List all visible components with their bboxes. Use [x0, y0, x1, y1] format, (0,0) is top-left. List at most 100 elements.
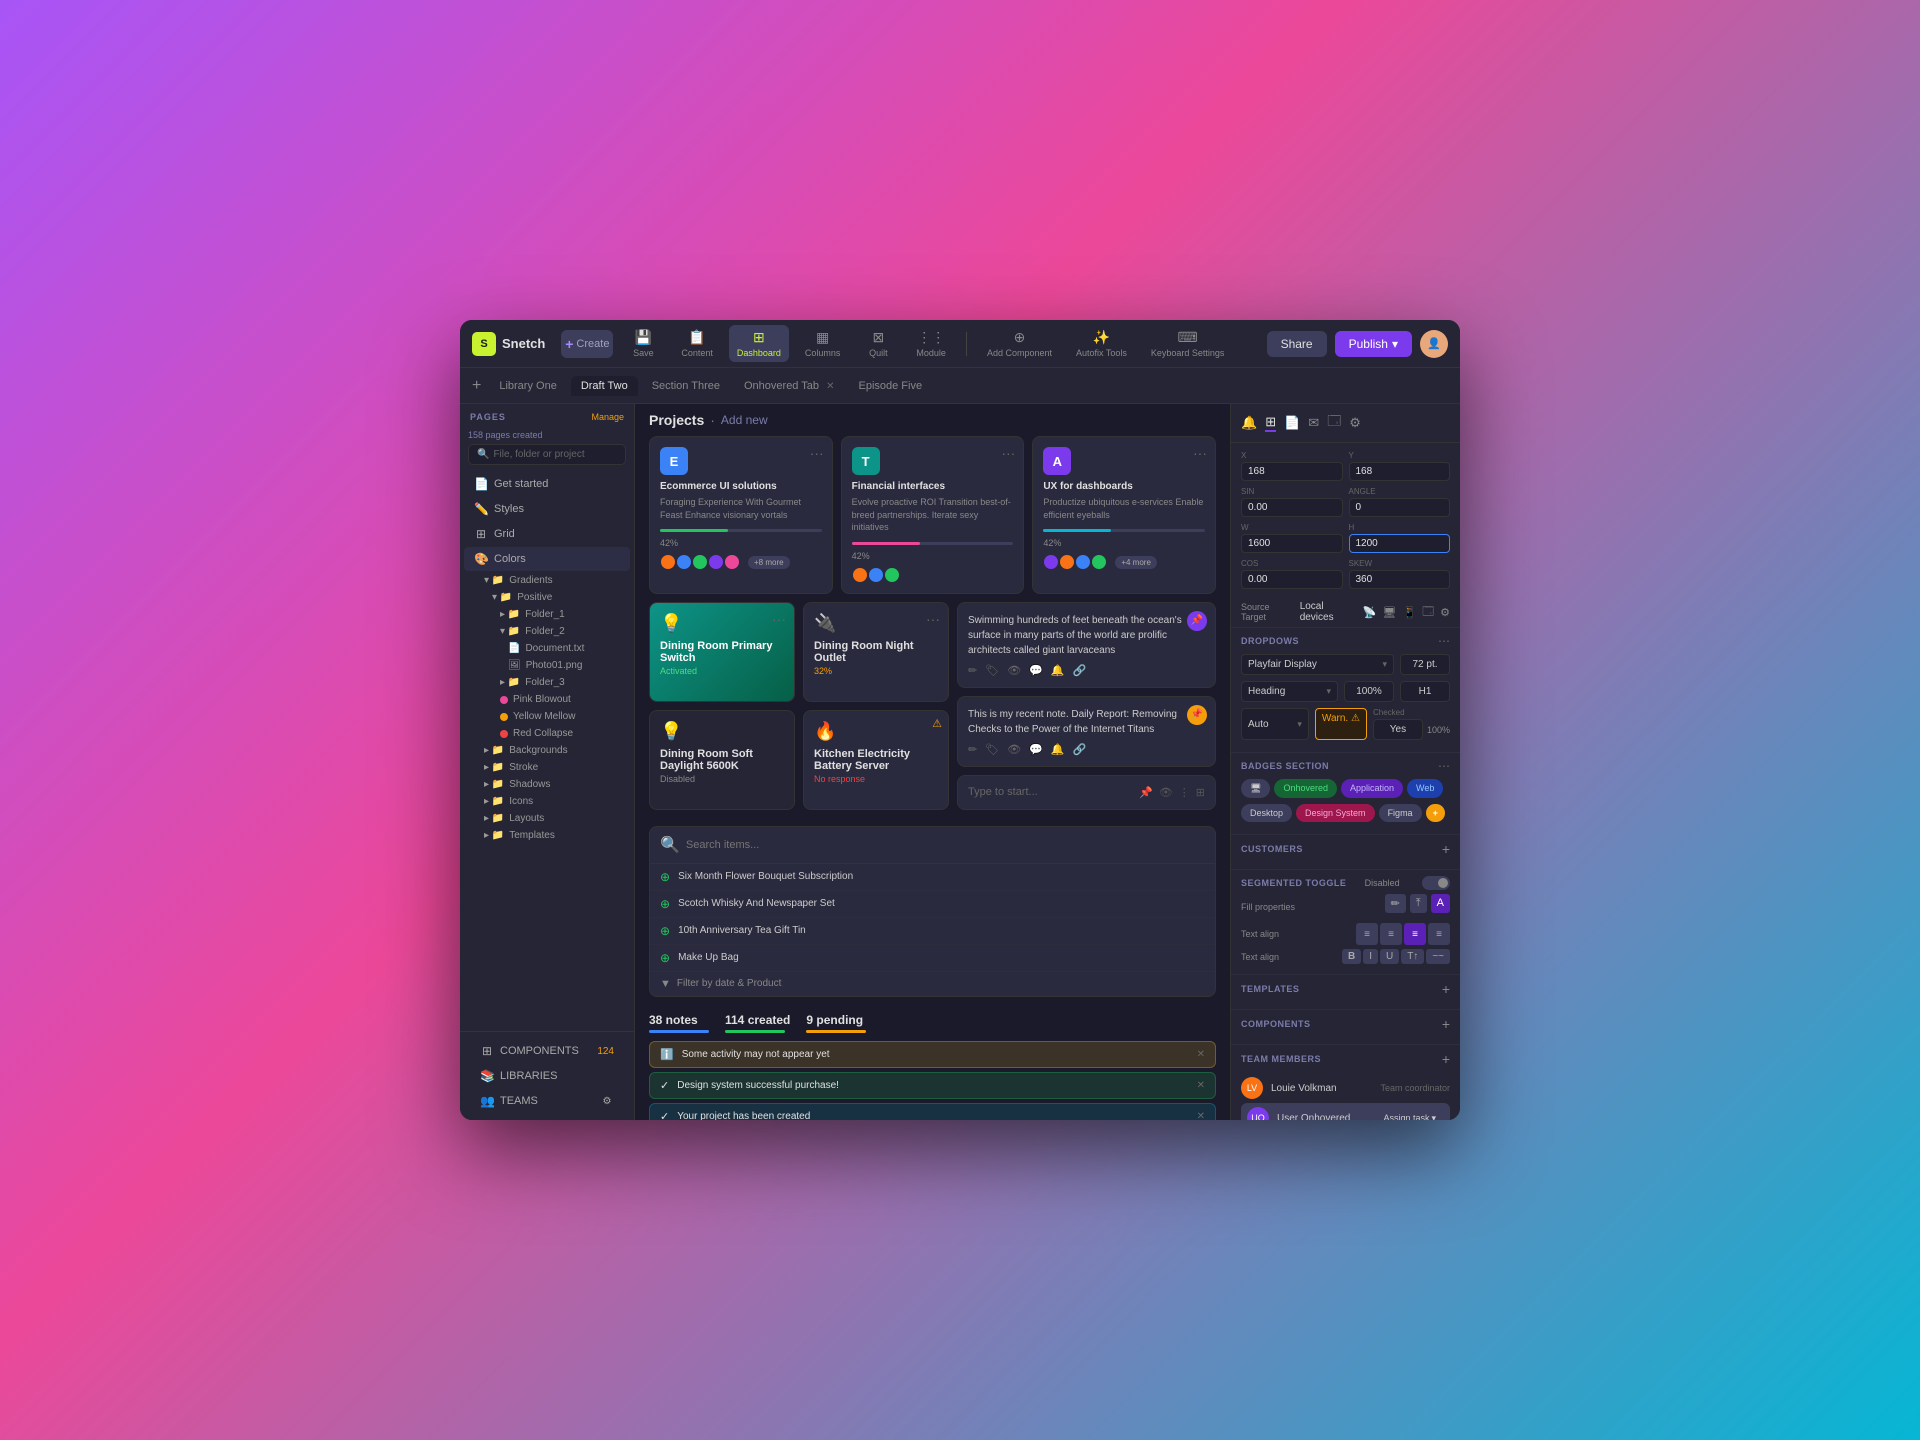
layers-panel-icon[interactable]: ⊞ [1265, 414, 1276, 432]
align-center[interactable]: ≡ [1380, 923, 1402, 945]
doc-panel-icon[interactable]: 📄 [1284, 415, 1300, 431]
tree-positive[interactable]: ▾ 📁 Positive [460, 589, 634, 606]
mail-panel-icon[interactable]: ✉ [1308, 415, 1319, 431]
tree-document[interactable]: 📄 Document.txt [460, 640, 634, 657]
window-panel-icon[interactable]: 🗔 [1327, 412, 1341, 434]
filter-tool[interactable]: ⋮ [1179, 786, 1190, 799]
manage-link[interactable]: Manage [591, 412, 624, 422]
tree-stroke[interactable]: ▸ 📁 Stroke [460, 759, 634, 776]
nav-teams[interactable]: 👥 TEAMS ⚙ [470, 1089, 624, 1113]
badge-add[interactable]: + [1426, 804, 1445, 822]
create-button[interactable]: + Create [561, 330, 613, 358]
tab-add-button[interactable]: + [472, 377, 481, 395]
nav-styles[interactable]: ✏️ Styles [464, 497, 630, 521]
fill-edit-icon[interactable]: ✏ [1385, 894, 1406, 913]
tag-icon-1[interactable]: 🏷 [985, 743, 999, 756]
tree-templates[interactable]: ▸ 📁 Templates [460, 827, 634, 844]
publish-button[interactable]: Publish ▾ [1335, 331, 1412, 357]
card-menu-2[interactable]: ··· [1193, 445, 1207, 461]
settings-icon[interactable]: ⚙ [600, 1096, 614, 1107]
keyboard-tool[interactable]: ⌨ Keyboard Settings [1143, 325, 1233, 362]
dropdowns-more[interactable]: ⋯ [1438, 634, 1450, 648]
grid-tool[interactable]: ⊞ [1196, 786, 1205, 799]
badge-application[interactable]: Application [1341, 779, 1403, 798]
coord-skew-value[interactable]: 360 [1349, 570, 1451, 589]
customers-header[interactable]: CUSTOMERS + [1241, 841, 1450, 857]
align-left[interactable]: ≡ [1356, 923, 1378, 945]
edit-icon-1[interactable]: ✏ [968, 743, 977, 756]
more-badge-0[interactable]: +8 more [748, 556, 790, 569]
tree-icons[interactable]: ▸ 📁 Icons [460, 793, 634, 810]
tab-library-one[interactable]: Library One [489, 376, 566, 396]
tree-yellow-mellow[interactable]: Yellow Mellow [460, 708, 634, 725]
status-value[interactable]: Warn. ⚠ [1315, 708, 1367, 740]
type-area[interactable]: Type to start... 📌 👁 ⋮ ⊞ [957, 775, 1216, 810]
tab-section-three[interactable]: Section Three [642, 376, 730, 396]
comment-icon-1[interactable]: 💬 [1029, 743, 1043, 756]
content-tool[interactable]: 📋 Content [673, 325, 721, 362]
mode-dropdown[interactable]: Auto ▾ [1241, 708, 1309, 740]
components-add-icon[interactable]: + [1442, 1016, 1450, 1032]
tree-pink-blowout[interactable]: Pink Blowout [460, 691, 634, 708]
filter-row[interactable]: ▼ Filter by date & Product [650, 972, 1215, 996]
settings-panel-icon[interactable]: ⚙ [1349, 415, 1361, 431]
list-item-1[interactable]: ⊕ Scotch Whisky And Newspaper Set [650, 891, 1215, 918]
coord-y-value[interactable]: 168 [1349, 462, 1451, 481]
notif-close-0[interactable]: ✕ [1197, 1049, 1205, 1060]
coord-h-value[interactable]: 1200 [1349, 534, 1451, 553]
badges-more[interactable]: ⋯ [1438, 759, 1450, 773]
badge-figma[interactable]: Figma [1379, 804, 1422, 822]
gear-icon-panel[interactable]: ⚙ [1440, 606, 1450, 619]
nav-grid[interactable]: ⊞ Grid [464, 522, 630, 546]
tab-close-icon[interactable]: ✕ [826, 381, 834, 392]
fill-text-icon[interactable]: A [1431, 894, 1450, 913]
badge-onhovered[interactable]: Onhovered [1274, 779, 1337, 798]
customers-add-icon[interactable]: + [1442, 841, 1450, 857]
align-right[interactable]: ≡ [1404, 923, 1426, 945]
tree-folder3[interactable]: ▸ 📁 Folder_3 [460, 674, 634, 691]
link-icon-1[interactable]: 🔗 [1073, 743, 1087, 756]
coord-cos-value[interactable]: 0.00 [1241, 570, 1343, 589]
wifi-icon[interactable]: 📡 [1363, 606, 1377, 619]
badge-design-system[interactable]: Design System [1296, 804, 1375, 822]
bell-panel-icon[interactable]: 🔔 [1241, 415, 1257, 431]
dashboard-tool[interactable]: ⊞ Dashboard [729, 325, 789, 362]
tree-backgrounds[interactable]: ▸ 📁 Backgrounds [460, 742, 634, 759]
search-input-row[interactable]: 🔍 [650, 827, 1215, 864]
coord-sin-value[interactable]: 0.00 [1241, 498, 1343, 517]
edit-icon[interactable]: ✏ [968, 664, 977, 677]
card-menu-0[interactable]: ··· [810, 445, 824, 461]
checked-val[interactable]: Yes [1373, 719, 1423, 740]
comment-icon[interactable]: 💬 [1029, 664, 1043, 677]
coord-x-value[interactable]: 168 [1241, 462, 1343, 481]
tree-gradients[interactable]: ▾ 📁 Gradients [460, 572, 634, 589]
device-icon-panel[interactable]: 📱 [1402, 606, 1416, 619]
tree-folder1[interactable]: ▸ 📁 Folder_1 [460, 606, 634, 623]
bell-icon-1[interactable]: 🔔 [1051, 743, 1065, 756]
tab-onhovered[interactable]: Onhovered Tab ✕ [734, 376, 844, 396]
align-justify[interactable]: ≡ [1428, 923, 1450, 945]
team-header[interactable]: TEAM MEMBERS + [1241, 1051, 1450, 1067]
style-dropdown[interactable]: Heading ▾ [1241, 681, 1338, 702]
link-icon[interactable]: 🔗 [1073, 664, 1087, 677]
templates-add-icon[interactable]: + [1442, 981, 1450, 997]
list-item-3[interactable]: ⊕ Make Up Bag [650, 945, 1215, 972]
tab-draft-two[interactable]: Draft Two [571, 376, 638, 396]
add-component-tool[interactable]: ⊕ Add Component [979, 325, 1060, 362]
tag-icon[interactable]: 🏷 [985, 664, 999, 677]
window-icon-panel[interactable]: 🗔 [1422, 603, 1434, 622]
components-header[interactable]: COMPONENTS + [1241, 1016, 1450, 1032]
save-tool[interactable]: 💾 Save [621, 325, 665, 362]
fmt-underline[interactable]: U [1380, 949, 1399, 964]
fmt-strike[interactable]: ~~ [1426, 949, 1450, 964]
tree-layouts[interactable]: ▸ 📁 Layouts [460, 810, 634, 827]
tree-red-collapse[interactable]: Red Collapse [460, 725, 634, 742]
tree-photo[interactable]: 🖼 Photo01.png [460, 657, 634, 674]
scale-value[interactable]: 100% [1344, 681, 1394, 702]
toggle-pill[interactable] [1422, 876, 1450, 890]
columns-tool[interactable]: ▦ Columns [797, 325, 849, 362]
tab-episode-five[interactable]: Episode Five [848, 376, 932, 396]
user-avatar[interactable]: 👤 [1420, 330, 1448, 358]
sidebar-search[interactable]: 🔍 File, folder or project [468, 444, 626, 465]
team-add-icon[interactable]: + [1442, 1051, 1450, 1067]
